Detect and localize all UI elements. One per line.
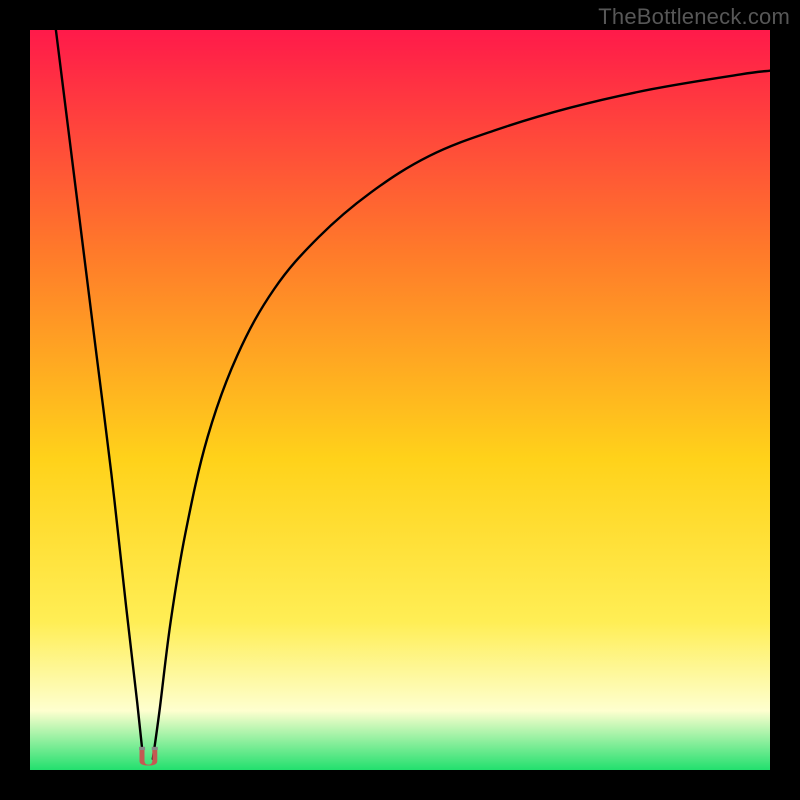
curve-left-branch [56,30,143,759]
optimum-marker [139,747,158,766]
chart-curves [30,30,770,770]
watermark-text: TheBottleneck.com [598,4,790,30]
curve-right-branch [153,71,770,759]
chart-frame [30,30,770,770]
